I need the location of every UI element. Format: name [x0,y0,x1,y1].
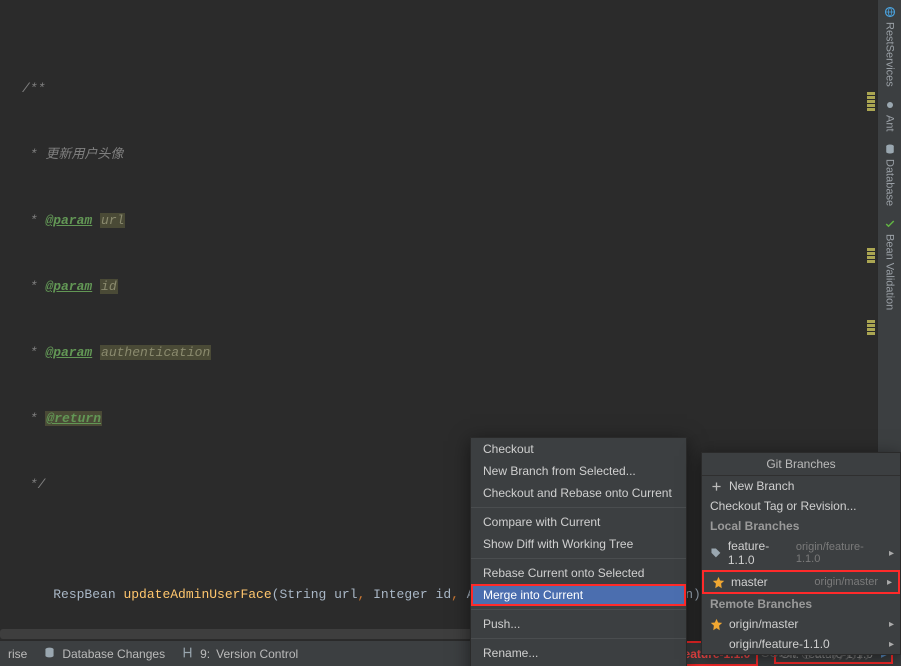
comment-desc: * 更新用户头像 [22,147,123,162]
checkout-tag-item[interactable]: Checkout Tag or Revision... [702,496,900,516]
separator [471,558,686,559]
tool-label: RestServices [884,22,896,87]
action-rename[interactable]: Rename... [471,642,686,664]
action-rebase-onto[interactable]: Rebase Current onto Selected [471,562,686,584]
check-icon [884,218,896,230]
doc-tag-param: @param [45,213,92,228]
warning-marker[interactable] [867,248,875,251]
warning-marker[interactable] [867,256,875,259]
warning-marker[interactable] [867,260,875,263]
branch-name: master [731,575,768,589]
tracking-branch: origin/feature-1.1.0 [796,541,892,565]
status-label: rise [8,647,27,661]
database-icon [884,143,896,155]
remote-branch-item[interactable]: origin/master [702,614,900,634]
local-branch-item-selected[interactable]: master origin/master [702,570,900,594]
plus-icon [710,480,723,493]
warning-marker[interactable] [867,92,875,95]
comment-close: */ [22,477,45,492]
doc-param-name: authentication [100,345,211,360]
vcs-icon [181,646,194,662]
tracking-branch: origin/master [814,576,890,588]
local-branch-item[interactable]: feature-1.1.0 origin/feature-1.1.0 [702,536,900,570]
doc-tag-param: @param [45,279,92,294]
action-compare[interactable]: Compare with Current [471,511,686,533]
warning-marker[interactable] [867,328,875,331]
doc-param-name: url [100,213,125,228]
action-push[interactable]: Push... [471,613,686,635]
item-label: Checkout Tag or Revision... [710,499,857,513]
branch-name: origin/feature-1.1.0 [729,637,830,651]
tag-icon [710,547,722,560]
tool-ant[interactable]: Ant [884,99,896,132]
doc-param-name: id [100,279,118,294]
branch-name: feature-1.1.0 [728,539,790,567]
warning-marker[interactable] [867,96,875,99]
tool-beanvalidation[interactable]: Bean Validation [884,218,896,310]
branch-name: origin/master [729,617,798,631]
star-icon [712,576,725,589]
status-label: Version Control [216,647,298,661]
warning-marker[interactable] [867,108,875,111]
local-branches-header: Local Branches [702,516,900,536]
warning-marker[interactable] [867,332,875,335]
warning-marker[interactable] [867,104,875,107]
remote-branch-item[interactable]: origin/feature-1.1.0 [702,634,900,654]
tool-label: Bean Validation [884,234,896,310]
branch-actions-popup: Checkout New Branch from Selected... Che… [470,437,687,666]
item-label: New Branch [729,479,794,493]
doc-tag-return: @return [45,411,102,426]
action-checkout-rebase[interactable]: Checkout and Rebase onto Current [471,482,686,504]
version-control-button[interactable]: 9: Version Control [181,646,298,662]
action-new-branch[interactable]: New Branch from Selected... [471,460,686,482]
tool-label: Ant [884,115,896,132]
action-checkout[interactable]: Checkout [471,438,686,460]
warning-marker[interactable] [867,100,875,103]
warning-marker[interactable] [867,320,875,323]
globe-icon [884,6,896,18]
git-branches-popup: Git Branches New Branch Checkout Tag or … [701,452,901,655]
tool-database[interactable]: Database [884,143,896,206]
method-name: updateAdminUserFace [123,587,271,602]
tool-restservices[interactable]: RestServices [884,6,896,87]
comment-open: /** [22,81,45,96]
tool-label: Database [884,159,896,206]
status-item[interactable]: rise [8,647,27,661]
action-merge-into-current[interactable]: Merge into Current [471,584,686,606]
status-label: Database Changes [62,647,165,661]
separator [471,638,686,639]
database-changes-button[interactable]: Database Changes [43,646,165,662]
return-type: RespBean [53,587,123,602]
warning-marker[interactable] [867,324,875,327]
star-icon [710,618,723,631]
remote-branches-header: Remote Branches [702,594,900,614]
new-branch-item[interactable]: New Branch [702,476,900,496]
ant-icon [884,99,896,111]
separator [471,507,686,508]
separator [471,609,686,610]
doc-tag-param: @param [45,345,92,360]
warning-marker[interactable] [867,252,875,255]
database-icon [43,646,56,662]
blank-icon [710,638,723,651]
action-diff[interactable]: Show Diff with Working Tree [471,533,686,555]
status-num: 9: [200,647,210,661]
popup-title: Git Branches [702,453,900,476]
